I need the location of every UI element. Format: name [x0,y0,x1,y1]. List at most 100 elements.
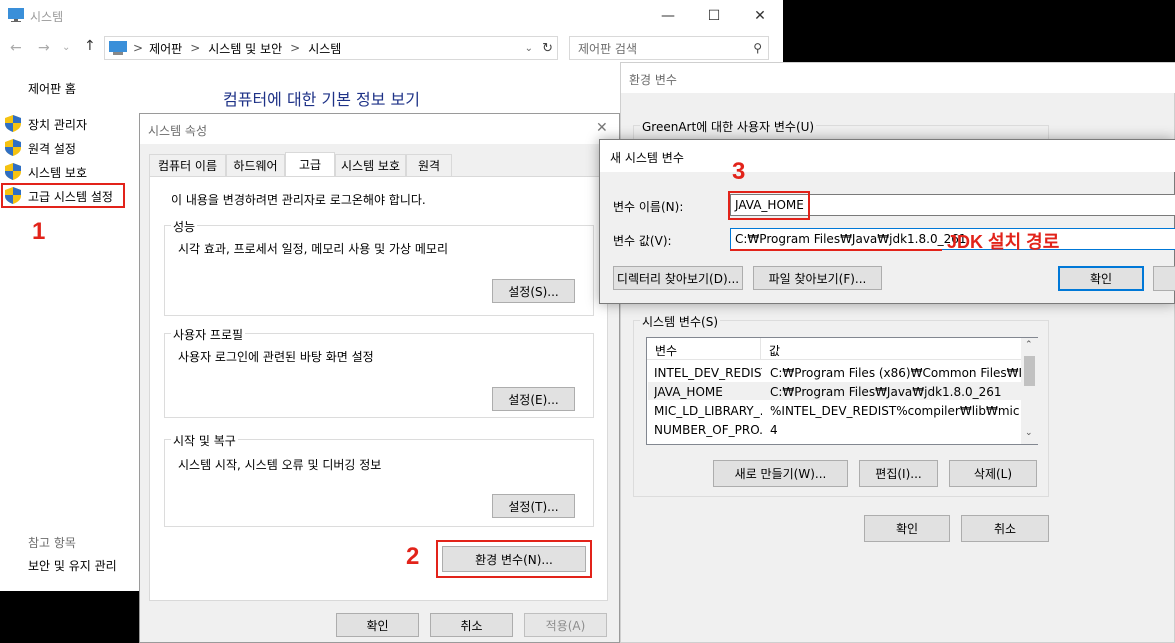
dialog-titlebar [600,140,1175,172]
sidebar-item-device-manager[interactable]: 장치 관리자 [28,116,87,133]
table-row-value[interactable]: C:₩Program Files (x86)₩Common Files₩In..… [770,366,1022,380]
search-placeholder: 제어판 검색 [578,41,638,56]
address-sep-icon: > [133,41,144,55]
scroll-up-icon[interactable]: ⌃ [1025,340,1033,350]
jdk-path-annotation: JDK 설치 경로 [947,232,1060,252]
tab-computer-name[interactable]: 컴퓨터 이름 [149,154,226,176]
performance-desc: 시각 효과, 프로세서 일정, 메모리 사용 및 가상 메모리 [178,242,448,256]
column-header-value[interactable]: 값 [761,338,1021,360]
dialog-titlebar [621,63,1175,93]
control-panel-icon [109,41,127,55]
step-number-2: 2 [406,543,420,570]
variable-value-label: 변수 값(V): [613,234,672,248]
address-sep-icon: > [190,41,201,55]
scrollbar-thumb[interactable] [1024,356,1035,386]
scroll-down-icon[interactable]: ⌄ [1025,428,1033,438]
close-icon[interactable]: ✕ [596,120,608,136]
up-arrow-icon[interactable]: ↑ [84,38,96,54]
cancel-button[interactable]: 취소 [961,515,1049,542]
startup-recovery-desc: 시스템 시작, 시스템 오류 및 디버깅 정보 [178,458,382,472]
variable-value-text: C:₩Program Files₩Java₩jdk1.8.0_261 [735,232,967,246]
table-row-value[interactable]: C:₩Program Files₩Java₩jdk1.8.0_261 [770,385,1022,399]
address-sep-icon: > [290,41,301,55]
table-row-value[interactable]: 4 [770,423,1022,437]
shield-icon [5,163,21,180]
sidebar-item-system-protection[interactable]: 시스템 보호 [28,164,87,181]
table-row-name[interactable]: JAVA_HOME [654,385,762,399]
tab-hardware[interactable]: 하드웨어 [226,154,285,176]
step-number-1: 1 [32,218,46,245]
value-underline [730,249,942,251]
browse-directory-button[interactable]: 디렉터리 찾아보기(D)... [613,266,743,290]
startup-recovery-label: 시작 및 복구 [171,432,238,449]
forward-arrow-icon[interactable]: → [38,40,50,56]
search-icon: ⚲ [753,41,762,55]
breadcrumb-system[interactable]: 시스템 [308,40,341,57]
step-number-3: 3 [732,158,746,185]
recent-dropdown-icon[interactable]: ⌄ [62,42,70,53]
cancel-button[interactable]: 취소 [430,613,513,637]
delete-variable-button[interactable]: 삭제(L) [949,460,1037,487]
user-profile-settings-button[interactable]: 설정(E)... [492,387,575,411]
dialog-titlebar [140,114,619,144]
monitor-icon [8,8,24,22]
table-row-name[interactable]: NUMBER_OF_PRO... [654,423,762,437]
breadcrumb-control-panel[interactable]: 제어판 [149,40,182,57]
address-dropdown-icon[interactable]: ⌄ [525,43,533,54]
system-properties-dialog: 시스템 속성 ✕ 컴퓨터 이름 하드웨어 고급 시스템 보호 원격 이 내용을 … [139,113,620,643]
highlight-box-advanced [1,183,125,208]
edit-variable-button[interactable]: 편집(I)... [859,460,938,487]
tab-panel: 이 내용을 변경하려면 관리자로 로그온해야 합니다. 성능 시각 효과, 프로… [149,176,608,601]
performance-label: 성능 [171,218,198,235]
control-panel-home-link[interactable]: 제어판 홈 [28,80,76,97]
dialog-title: 새 시스템 변수 [610,151,684,165]
breadcrumb-system-security[interactable]: 시스템 및 보안 [208,40,282,57]
new-variable-button[interactable]: 새로 만들기(W)... [713,460,848,487]
system-vars-list[interactable]: 변수 값 INTEL_DEV_REDIST C:₩Program Files (… [646,337,1038,445]
user-profile-label: 사용자 프로필 [171,326,246,343]
system-vars-label: 시스템 변수(S) [640,313,720,330]
startup-recovery-settings-button[interactable]: 설정(T)... [492,494,575,518]
address-bar[interactable]: > 제어판 > 시스템 및 보안 > 시스템 ⌄ ↻ [104,36,558,60]
table-row-name[interactable]: INTEL_DEV_REDIST [654,366,762,380]
window-title: 시스템 [30,10,64,24]
sidebar-item-remote-settings[interactable]: 원격 설정 [28,140,76,157]
shield-icon [5,139,21,156]
apply-button[interactable]: 적용(A) [524,613,607,637]
tab-system-protection[interactable]: 시스템 보호 [335,154,406,176]
user-profile-group: 사용자 프로필 사용자 로그인에 관련된 바탕 화면 설정 설정(E)... [164,326,594,418]
see-also-title: 참고 항목 [28,536,76,550]
table-row-name[interactable]: MIC_LD_LIBRARY_... [654,404,762,418]
env-variables-button[interactable]: 환경 변수(N)... [442,546,586,572]
system-vars-group: 시스템 변수(S) 변수 값 INTEL_DEV_REDIST C:₩Progr… [633,313,1049,497]
dialog-title: 시스템 속성 [148,124,208,138]
shield-icon [5,115,21,132]
security-maintenance-link[interactable]: 보안 및 유지 관리 [28,557,117,574]
column-header-name[interactable]: 변수 [647,338,761,360]
minimize-button[interactable]: — [645,0,691,32]
user-vars-label: GreenArt에 대한 사용자 변수(U) [640,118,817,135]
browse-file-button[interactable]: 파일 찾아보기(F)... [753,266,882,290]
tab-remote[interactable]: 원격 [406,154,452,176]
close-button[interactable]: ✕ [737,0,783,32]
table-row-value[interactable]: %INTEL_DEV_REDIST%compiler₩lib₩mic [770,404,1022,418]
search-input[interactable]: 제어판 검색 ⚲ [569,36,769,60]
page-title: 컴퓨터에 대한 기본 정보 보기 [223,90,420,109]
tab-advanced[interactable]: 고급 [285,152,335,176]
refresh-icon[interactable]: ↻ [542,41,553,56]
ok-button[interactable]: 확인 [864,515,950,542]
cancel-button-partial[interactable] [1153,266,1175,291]
performance-settings-button[interactable]: 설정(S)... [492,279,575,303]
ok-button[interactable]: 확인 [336,613,419,637]
startup-recovery-group: 시작 및 복구 시스템 시작, 시스템 오류 및 디버깅 정보 설정(T)... [164,432,594,527]
new-system-variable-dialog: 새 시스템 변수 3 변수 이름(N): JAVA_HOME 변수 값(V): … [599,139,1175,304]
ok-button[interactable]: 확인 [1058,266,1144,291]
back-arrow-icon[interactable]: ← [10,40,22,56]
maximize-button[interactable]: ☐ [691,0,737,32]
tab-bar: 컴퓨터 이름 하드웨어 고급 시스템 보호 원격 [149,152,609,178]
scrollbar[interactable]: ⌃ ⌄ [1021,338,1038,444]
highlight-box-name [728,191,810,220]
dialog-title: 환경 변수 [629,73,677,87]
performance-group: 성능 시각 효과, 프로세서 일정, 메모리 사용 및 가상 메모리 설정(S)… [164,218,594,316]
admin-note: 이 내용을 변경하려면 관리자로 로그온해야 합니다. [171,193,426,207]
